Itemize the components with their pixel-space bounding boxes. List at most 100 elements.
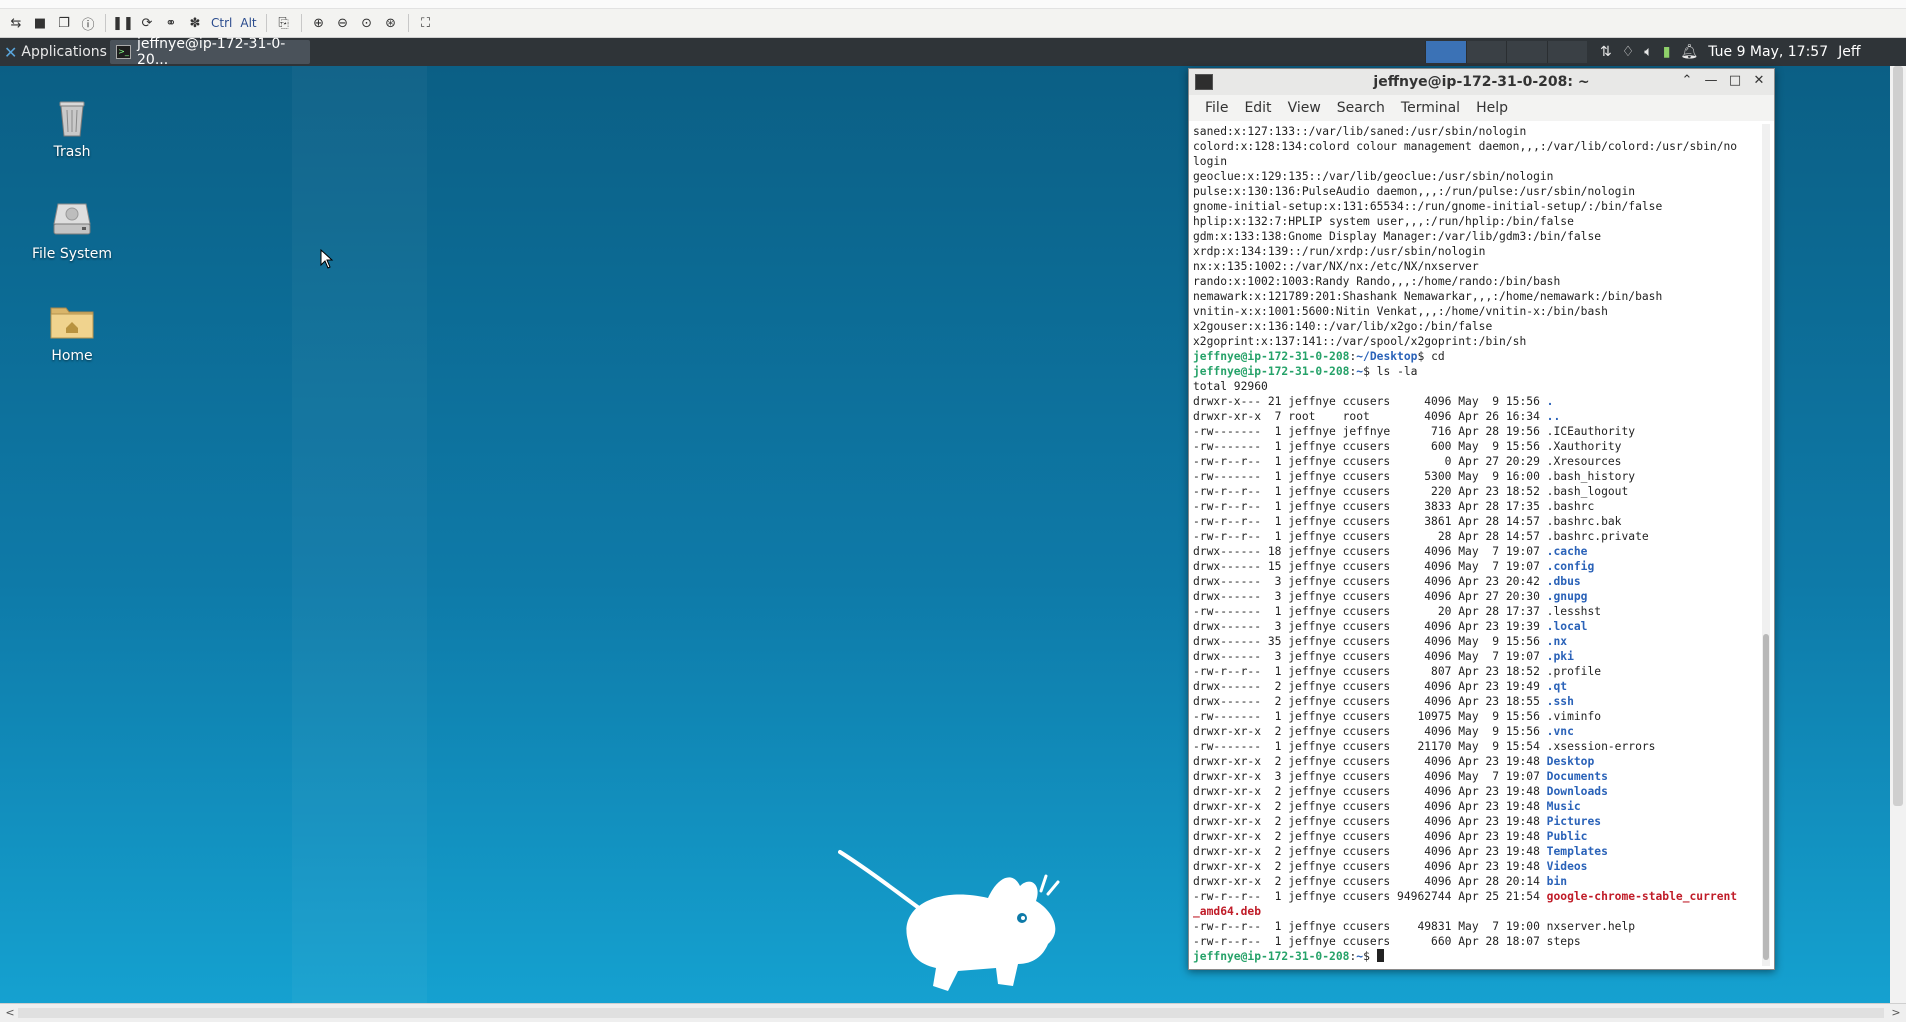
toolbar-separator <box>265 14 267 32</box>
info-button[interactable]: ⓘ <box>78 13 98 33</box>
terminal-text: hplip:x:132:7:HPLIP system user,,,:/run/… <box>1193 215 1574 228</box>
terminal-text: drwx------ 3 jeffnye ccusers 4096 May 7 … <box>1193 650 1547 663</box>
terminal-text: -rw-r--r-- 1 jeffnye ccusers 3861 Apr 28… <box>1193 515 1622 528</box>
zoom-out-icon: ⊖ <box>337 15 349 31</box>
scroll-left-icon[interactable]: < <box>2 1005 18 1021</box>
terminal-line: -rw-r--r-- 1 jeffnye ccusers 3833 Apr 28… <box>1193 499 1756 514</box>
save-icon: ■ <box>33 15 47 31</box>
zoom-out-button[interactable]: ⊖ <box>333 13 353 33</box>
terminal-line: drwxr-xr-x 2 jeffnye ccusers 4096 Apr 23… <box>1193 754 1756 769</box>
reconnect-icon: ⇆ <box>10 15 22 31</box>
terminal-line: jeffnye@ip-172-31-0-208:~$ ls -la <box>1193 364 1756 379</box>
reconnect-button[interactable]: ⇆ <box>6 13 26 33</box>
battery-icon[interactable]: ▮ <box>1663 44 1671 60</box>
menu-item-search[interactable]: Search <box>1329 100 1393 116</box>
terminal-text: drwxr-xr-x 2 jeffnye ccusers 4096 Apr 28… <box>1193 875 1547 888</box>
clipboard-button[interactable]: ⎘ <box>274 13 294 33</box>
terminal-line: hplip:x:132:7:HPLIP system user,,,:/run/… <box>1193 214 1756 229</box>
fullscreen-button[interactable]: ⛶ <box>416 13 436 33</box>
shade-icon[interactable]: ⌃ <box>1678 72 1696 90</box>
terminal-line: drwx------ 3 jeffnye ccusers 4096 Apr 23… <box>1193 619 1756 634</box>
terminal-line: rando:x:1002:1003:Randy Rando,,,:/home/r… <box>1193 274 1756 289</box>
toolbar-separator <box>105 14 106 32</box>
minimize-icon[interactable]: — <box>1702 72 1720 90</box>
window-controls: ⌃ — □ ✕ <box>1678 72 1768 90</box>
ctrl-key-button[interactable]: Ctrl <box>209 13 234 33</box>
zoom-reset-button[interactable]: ⊙ <box>357 13 377 33</box>
alt-key-button[interactable]: Alt <box>238 13 258 33</box>
terminal-dir-text: bin <box>1546 875 1568 888</box>
zoom-fit-button[interactable]: ⊛ <box>381 13 401 33</box>
pause-button[interactable]: ❚❚ <box>112 13 134 33</box>
terminal-line: login <box>1193 154 1756 169</box>
desktop-icon-home[interactable]: Home <box>17 296 127 364</box>
terminal-line: drwx------ 15 jeffnye ccusers 4096 May 7… <box>1193 559 1756 574</box>
user-menu[interactable]: Jeff <box>1838 44 1860 60</box>
terminal-line: drwxr-xr-x 2 jeffnye ccusers 4096 Apr 28… <box>1193 874 1756 889</box>
copy-button[interactable]: ❐ <box>54 13 74 33</box>
workspace-2[interactable] <box>1465 41 1506 63</box>
close-icon[interactable]: ✕ <box>1750 72 1768 90</box>
viewer-horizontal-scroll-thumb[interactable] <box>18 1008 1884 1018</box>
refresh-icon: ⟳ <box>141 15 153 31</box>
scroll-right-icon[interactable]: > <box>1888 1005 1904 1021</box>
taskbar-item-terminal[interactable]: >_ jeffnye@ip-172-31-0-20... <box>110 36 310 68</box>
terminal-text: -rw-r--r-- 1 jeffnye ccusers 3833 Apr 28… <box>1193 500 1595 513</box>
maximize-icon[interactable]: □ <box>1726 72 1744 90</box>
workspace-switcher[interactable] <box>1425 41 1587 63</box>
terminal-line: -rw-r--r-- 1 jeffnye ccusers 220 Apr 23 … <box>1193 484 1756 499</box>
refresh-button[interactable]: ⟳ <box>137 13 157 33</box>
terminal-prompt-text: jeffnye@ip-172-31-0-208 <box>1193 950 1350 963</box>
terminal-text: login <box>1193 155 1228 168</box>
viewer-vertical-scroll-thumb[interactable] <box>1893 66 1903 806</box>
zoom-in-button[interactable]: ⊕ <box>309 13 329 33</box>
applications-menu-button[interactable]: ✕ Applications ⋮ <box>0 38 125 66</box>
terminal-text: -rw------- 1 jeffnye ccusers 5300 May 9 … <box>1193 470 1636 483</box>
workspace-1[interactable] <box>1425 41 1466 63</box>
terminal-dir-text: Templates <box>1546 845 1608 858</box>
terminal-text: x2goprint:x:137:141::/var/spool/x2goprin… <box>1193 335 1527 348</box>
terminal-text: nx:x:135:1002::/var/NX/nx:/etc/NX/nxserv… <box>1193 260 1479 273</box>
terminal-text: drwx------ 35 jeffnye ccusers 4096 May 9… <box>1193 635 1547 648</box>
applications-label: Applications <box>21 44 107 60</box>
menu-item-view[interactable]: View <box>1280 100 1329 116</box>
link-button[interactable]: ⚭ <box>161 13 181 33</box>
clock[interactable]: Tue 9 May, 17:57 <box>1708 44 1828 60</box>
terminal-dir-text: .. <box>1546 410 1561 423</box>
terminal-text: -rw------- 1 jeffnye ccusers 600 May 9 1… <box>1193 440 1622 453</box>
terminal-text: drwxr-xr-x 2 jeffnye ccusers 4096 Apr 23… <box>1193 845 1547 858</box>
menu-item-terminal[interactable]: Terminal <box>1393 100 1468 116</box>
terminal-titlebar[interactable]: jeffnye@ip-172-31-0-208: ~ ⌃ — □ ✕ <box>1189 69 1774 96</box>
terminal-text: total 92960 <box>1193 380 1268 393</box>
desktop-icon-trash[interactable]: Trash <box>17 92 127 160</box>
terminal-output[interactable]: saned:x:127:133::/var/lib/saned:/usr/sbi… <box>1193 124 1756 966</box>
viewer-horizontal-scrollbar[interactable]: < > <box>0 1003 1906 1022</box>
home-folder-icon <box>48 296 96 344</box>
viewer-vertical-scrollbar[interactable] <box>1890 66 1906 1003</box>
terminal-line: drwx------ 3 jeffnye ccusers 4096 May 7 … <box>1193 649 1756 664</box>
terminal-text: -rw------- 1 jeffnye ccusers 20 Apr 28 1… <box>1193 605 1602 618</box>
terminal-scrollbar[interactable] <box>1762 124 1770 966</box>
workspace-4[interactable] <box>1546 41 1587 63</box>
terminal-line: x2gouser:x:136:140::/var/lib/x2go:/bin/f… <box>1193 319 1756 334</box>
gear-button[interactable]: ✽ <box>185 13 205 33</box>
menu-item-help[interactable]: Help <box>1468 100 1516 116</box>
network-icon[interactable]: ⇅ <box>1600 44 1612 60</box>
terminal-line: jeffnye@ip-172-31-0-208:~/Desktop$ cd <box>1193 349 1756 364</box>
menu-item-edit[interactable]: Edit <box>1236 100 1279 116</box>
desktop-icon-label: File System <box>31 246 113 262</box>
menu-item-file[interactable]: File <box>1197 100 1236 116</box>
wifi-icon[interactable]: ♢ <box>1622 44 1635 60</box>
save-button[interactable]: ■ <box>30 13 50 33</box>
desktop-icon-file-system[interactable]: File System <box>17 194 127 262</box>
terminal-scroll-thumb[interactable] <box>1763 634 1769 960</box>
terminal-window[interactable]: jeffnye@ip-172-31-0-208: ~ ⌃ — □ ✕ File E… <box>1188 68 1775 970</box>
volume-icon[interactable]: 🔈︎ <box>1644 44 1652 60</box>
terminal-line: -rw-r--r-- 1 jeffnye ccusers 49831 May 7… <box>1193 919 1756 934</box>
terminal-line: drwx------ 35 jeffnye ccusers 4096 May 9… <box>1193 634 1756 649</box>
drive-icon <box>48 194 96 242</box>
terminal-dir-text: Downloads <box>1546 785 1608 798</box>
workspace-3[interactable] <box>1506 41 1547 63</box>
terminal-text: drwx------ 15 jeffnye ccusers 4096 May 7… <box>1193 560 1547 573</box>
notification-icon[interactable]: 🔔︎ <box>1680 44 1698 60</box>
